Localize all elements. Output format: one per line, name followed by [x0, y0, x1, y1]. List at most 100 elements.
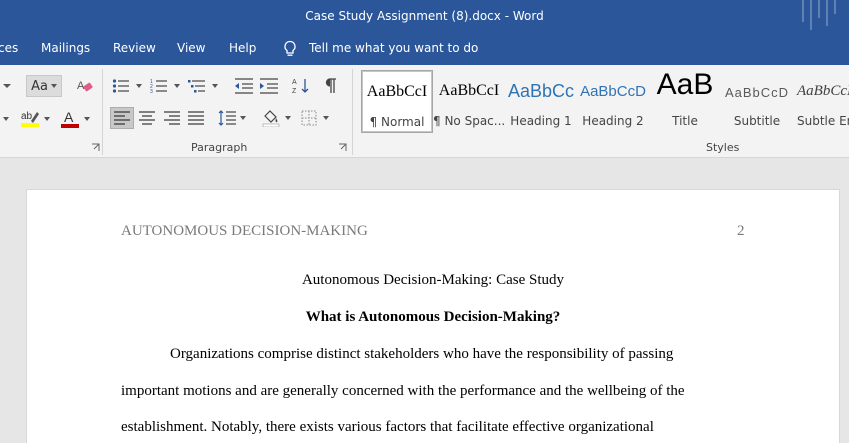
borders-dropdown-icon[interactable] [323, 116, 329, 120]
justify-button[interactable] [184, 107, 208, 129]
borders-icon [301, 110, 317, 126]
body-line[interactable]: important motions and are generally conc… [121, 383, 685, 400]
borders-button[interactable] [298, 107, 320, 129]
ribbon-tab-bar: ces Mailings Review View Help Tell me wh… [0, 33, 849, 65]
font-color-dropdown[interactable] [82, 111, 92, 127]
align-left-button[interactable] [110, 107, 134, 129]
bullets-dropdown-icon[interactable] [136, 84, 142, 88]
sort-icon: AZ [292, 79, 309, 95]
style-sample: AaBbCcD [797, 83, 849, 99]
highlight-swatch [21, 123, 39, 127]
numbering-button[interactable]: 123 [148, 75, 170, 97]
svg-text:A: A [77, 80, 85, 92]
shading-button[interactable] [260, 107, 282, 129]
paragraph-dialog-launcher-icon[interactable] [338, 143, 347, 152]
style-no-spacing[interactable]: AaBbCcI ¶ No Spac... [433, 70, 505, 133]
style-name: Heading 1 [510, 114, 572, 128]
align-right-icon [164, 111, 180, 125]
styles-group-label: Styles [706, 141, 740, 154]
numbered-list-icon: 123 [150, 79, 167, 94]
bullet-list-icon [112, 79, 129, 93]
style-subtle-emphasis[interactable]: AaBbCcD Subtle Em [793, 70, 849, 133]
style-heading-1[interactable]: AaBbCc Heading 1 [505, 70, 577, 133]
align-right-button[interactable] [160, 107, 184, 129]
title-bar: Case Study Assignment (8).docx - Word [0, 0, 849, 33]
multilevel-list-icon [188, 80, 205, 93]
line-spacing-button[interactable] [216, 107, 238, 129]
highlight-color-button[interactable]: ab [18, 107, 42, 131]
ribbon-divider [102, 69, 103, 155]
style-sample: AaB [656, 68, 714, 101]
svg-text:ab: ab [21, 111, 33, 122]
shading-dropdown-icon[interactable] [285, 116, 291, 120]
ribbon: Aa A ab A 1 2 3 A Z Paragraph AaBbCcI ¶ … [0, 65, 849, 158]
eraser-icon: A [77, 80, 93, 92]
font-color-icon: A [61, 109, 79, 128]
font-size-dropdown[interactable] [0, 75, 18, 97]
decrease-indent-button[interactable] [232, 75, 256, 97]
style-sample: AaBbCcD [580, 83, 646, 100]
clear-formatting-button[interactable]: A [74, 75, 96, 97]
svg-text:A: A [64, 109, 74, 125]
tab-references[interactable]: ces [0, 41, 18, 55]
tab-help[interactable]: Help [229, 41, 256, 55]
align-center-button[interactable] [135, 107, 159, 129]
lightbulb-icon[interactable] [282, 40, 298, 58]
change-case-label: Aa [31, 78, 48, 94]
section-heading[interactable]: What is Autonomous Decision-Making? [27, 309, 839, 326]
font-dialog-launcher-icon[interactable] [91, 143, 100, 152]
style-name: Subtle Em [797, 114, 849, 128]
paint-bucket-icon [262, 110, 280, 127]
svg-text:3: 3 [150, 89, 153, 94]
change-case-button[interactable]: Aa [26, 75, 62, 97]
style-sample: AaBbCcI [366, 83, 428, 100]
tab-mailings[interactable]: Mailings [41, 41, 90, 55]
line-spacing-dropdown-icon[interactable] [240, 116, 246, 120]
align-left-icon [114, 111, 130, 125]
style-title[interactable]: AaB Title [649, 68, 721, 133]
style-sample: AaBbCcI [438, 82, 500, 99]
body-line[interactable]: establishment. Notably, there exists var… [121, 419, 654, 436]
tab-view[interactable]: View [177, 41, 205, 55]
style-name: ¶ No Spac... [433, 114, 505, 128]
highlighter-icon: ab [21, 111, 39, 127]
page-number[interactable]: 2 [737, 223, 745, 240]
body-line[interactable]: Organizations comprise distinct stakehol… [170, 346, 673, 363]
chevron-down-icon[interactable] [0, 109, 14, 129]
sort-button[interactable]: AZ [290, 75, 312, 97]
document-page[interactable]: AUTONOMOUS DECISION-MAKING 2 Autonomous … [26, 189, 840, 443]
document-title[interactable]: Autonomous Decision-Making: Case Study [27, 272, 839, 289]
window-title: Case Study Assignment (8).docx - Word [305, 9, 544, 23]
ribbon-divider [352, 69, 353, 155]
increase-indent-button[interactable] [257, 75, 281, 97]
justify-icon [188, 111, 204, 125]
font-color-button[interactable]: A [58, 107, 82, 131]
line-spacing-icon [218, 110, 236, 126]
multilevel-list-button[interactable] [186, 75, 208, 97]
increase-indent-icon [260, 78, 278, 94]
svg-text:Z: Z [292, 88, 297, 95]
style-normal[interactable]: AaBbCcI ¶ Normal [361, 70, 433, 133]
style-name: Heading 2 [582, 114, 644, 128]
svg-text:A: A [292, 79, 297, 86]
decorative-pattern-icon [802, 0, 836, 30]
numbering-dropdown-icon[interactable] [174, 84, 180, 88]
multilevel-dropdown-icon[interactable] [212, 84, 218, 88]
style-heading-2[interactable]: AaBbCcD Heading 2 [577, 70, 649, 133]
running-head[interactable]: AUTONOMOUS DECISION-MAKING [121, 223, 368, 240]
style-name: ¶ Normal [369, 115, 425, 129]
tell-me-search[interactable]: Tell me what you want to do [309, 41, 478, 55]
style-sample: AaBbCc [507, 81, 575, 101]
paragraph-group-label: Paragraph [191, 141, 248, 154]
pilcrow-icon [325, 78, 336, 93]
style-name: Subtitle [733, 114, 781, 128]
highlight-dropdown[interactable] [42, 111, 52, 127]
show-formatting-button[interactable] [320, 75, 342, 97]
bullets-button[interactable] [110, 75, 132, 97]
align-center-icon [139, 111, 155, 125]
styles-gallery: AaBbCcI ¶ Normal AaBbCcI ¶ No Spac... Aa… [361, 68, 849, 133]
tab-review[interactable]: Review [113, 41, 156, 55]
style-name: Title [672, 114, 698, 128]
style-sample: AaBbCcD [724, 85, 790, 100]
style-subtitle[interactable]: AaBbCcD Subtitle [721, 70, 793, 133]
